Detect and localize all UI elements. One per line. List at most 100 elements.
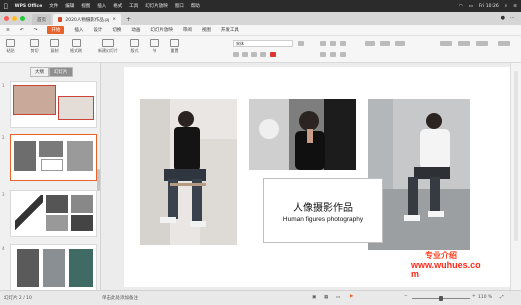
copy-button[interactable]: 复制 bbox=[50, 39, 59, 54]
spotlight-icon[interactable]: ⌕ bbox=[505, 3, 508, 9]
shape-icon[interactable] bbox=[380, 41, 390, 46]
menu-tools[interactable]: 工具 bbox=[129, 3, 138, 9]
ribbon-tab-view[interactable]: 视图 bbox=[202, 27, 211, 33]
slide-count: 幻灯片 2 / 10 bbox=[4, 296, 32, 301]
section-label: 节 bbox=[152, 48, 157, 53]
menu-insert[interactable]: 插入 bbox=[97, 3, 106, 9]
menu-slideshow[interactable]: 幻灯片放映 bbox=[145, 3, 168, 9]
tab-slides[interactable]: 幻灯片 bbox=[49, 67, 73, 77]
menu-edit[interactable]: 编辑 bbox=[65, 3, 74, 9]
cut-button[interactable]: 剪切 bbox=[30, 39, 39, 54]
close-tab-icon[interactable]: × bbox=[112, 17, 116, 22]
reset-button[interactable]: 重置 bbox=[170, 39, 179, 54]
ribbon-tab-transitions[interactable]: 切换 bbox=[112, 27, 121, 33]
photo-2[interactable] bbox=[249, 99, 356, 170]
underline-icon[interactable] bbox=[251, 52, 257, 57]
font-name-dropdown[interactable]: 宋体 bbox=[233, 40, 293, 47]
tab-home[interactable]: 首页 bbox=[32, 14, 51, 25]
control-center-icon[interactable]: ≡ bbox=[513, 4, 517, 9]
wifi-icon[interactable]: ◠ bbox=[459, 4, 463, 9]
italic-icon[interactable] bbox=[242, 52, 248, 57]
slide-thumbnail-2[interactable] bbox=[10, 134, 97, 181]
apple-icon[interactable]:  bbox=[4, 3, 8, 10]
new-tab-icon[interactable]: + bbox=[126, 16, 131, 23]
minimize-window-icon[interactable] bbox=[12, 16, 17, 21]
notes-placeholder[interactable]: 单击此处添加备注 bbox=[102, 295, 138, 301]
font-size-dropdown[interactable] bbox=[298, 41, 304, 46]
photo-3[interactable] bbox=[368, 99, 470, 250]
bullets-icon[interactable] bbox=[320, 41, 326, 46]
indent-icon[interactable] bbox=[340, 41, 346, 46]
app-name[interactable]: WPS Office bbox=[15, 4, 43, 9]
scissors-icon bbox=[30, 39, 39, 47]
undo-icon[interactable]: ↶ bbox=[20, 28, 24, 33]
tab-document[interactable]: 2020人物摄影作品.pptx × bbox=[53, 14, 121, 25]
thumbnail-image bbox=[43, 249, 65, 287]
textbox-icon[interactable] bbox=[365, 41, 375, 46]
avatar[interactable]: ● bbox=[501, 15, 505, 21]
normal-view-icon[interactable]: ▣ bbox=[312, 295, 316, 300]
canvas-scrollbar[interactable] bbox=[510, 63, 521, 290]
zoom-value[interactable]: 110 % bbox=[478, 295, 492, 300]
ribbon-tab-review[interactable]: 审阅 bbox=[183, 27, 192, 33]
new-slide-button[interactable]: 新建幻灯片 bbox=[98, 39, 118, 54]
slide[interactable]: 人像摄影作品 Human figures photography 专业介绍 ww… bbox=[124, 67, 514, 287]
menu-format[interactable]: 格式 bbox=[113, 3, 122, 9]
document-tab-bar: 首页 2020人物摄影作品.pptx × + ● ⋯ bbox=[0, 12, 521, 25]
menu-file[interactable]: 文件 bbox=[49, 3, 58, 9]
align-left-icon[interactable] bbox=[320, 52, 326, 57]
close-window-icon[interactable] bbox=[4, 16, 9, 21]
arrange-icon[interactable] bbox=[395, 41, 405, 46]
ribbon-tab-insert[interactable]: 插入 bbox=[74, 27, 83, 33]
reading-view-icon[interactable]: ▭ bbox=[336, 295, 340, 300]
zoom-in-icon[interactable]: + bbox=[472, 294, 476, 299]
canvas-scrollbar-thumb[interactable] bbox=[514, 71, 518, 241]
thumbnail-scrollbar[interactable] bbox=[97, 73, 100, 283]
slide-title-box[interactable]: 人像摄影作品 Human figures photography bbox=[263, 178, 383, 243]
section-button[interactable]: 节 bbox=[150, 39, 159, 54]
fit-window-icon[interactable]: ⤢ bbox=[500, 294, 504, 300]
layout-button[interactable]: 版式 bbox=[130, 39, 139, 54]
bold-icon[interactable] bbox=[233, 52, 239, 57]
zoom-out-icon[interactable]: − bbox=[404, 294, 408, 299]
slide-thumbnail-1[interactable] bbox=[10, 81, 97, 128]
font-color-icon[interactable] bbox=[270, 52, 276, 57]
numbering-icon[interactable] bbox=[330, 41, 336, 46]
strikethrough-icon[interactable] bbox=[260, 52, 266, 57]
more-icon[interactable]: ⋯ bbox=[510, 15, 515, 21]
menu-window[interactable]: 窗口 bbox=[175, 3, 184, 9]
slide-title-en[interactable]: Human figures photography bbox=[283, 216, 363, 223]
sorter-view-icon[interactable]: ▦ bbox=[324, 295, 328, 300]
find-icon[interactable] bbox=[440, 41, 452, 46]
window-controls bbox=[4, 16, 25, 21]
slide-thumbnail-4[interactable] bbox=[10, 244, 97, 291]
slide-thumbnail-3[interactable] bbox=[10, 190, 97, 237]
scrollbar-thumb[interactable] bbox=[97, 169, 100, 191]
align-right-icon[interactable] bbox=[340, 52, 346, 57]
battery-icon[interactable]: ▭ bbox=[469, 4, 473, 9]
thumbnail-image bbox=[17, 249, 39, 287]
menu-view[interactable]: 视图 bbox=[81, 3, 90, 9]
select-icon[interactable] bbox=[476, 41, 488, 46]
format-painter-button[interactable]: 格式刷 bbox=[70, 39, 82, 54]
slide-number: 4 bbox=[2, 246, 5, 251]
menu-help[interactable]: 帮助 bbox=[191, 3, 200, 9]
settings-icon[interactable] bbox=[498, 41, 510, 46]
photo-1[interactable] bbox=[140, 99, 237, 245]
ribbon-tab-developer[interactable]: 开发工具 bbox=[221, 27, 239, 33]
zoom-window-icon[interactable] bbox=[20, 16, 25, 21]
play-slideshow-icon[interactable]: ▶ bbox=[350, 294, 353, 299]
ribbon-tab-slideshow[interactable]: 幻灯片放映 bbox=[150, 27, 173, 33]
ribbon-tab-home[interactable]: 开始 bbox=[47, 26, 65, 34]
slide-title-cn[interactable]: 人像摄影作品 bbox=[293, 199, 353, 214]
ribbon-tab-animations[interactable]: 动画 bbox=[131, 27, 140, 33]
menu-icon[interactable]: ≡ bbox=[6, 28, 10, 33]
redo-icon[interactable]: ↷ bbox=[34, 28, 38, 33]
align-center-icon[interactable] bbox=[330, 52, 336, 57]
ribbon-tab-design[interactable]: 设计 bbox=[93, 27, 102, 33]
tab-outline[interactable]: 大纲 bbox=[30, 67, 49, 77]
paste-button[interactable]: 粘贴 bbox=[6, 39, 15, 54]
clock[interactable]: Fri 10:26 bbox=[479, 4, 499, 9]
replace-icon[interactable] bbox=[458, 41, 470, 46]
zoom-slider-handle[interactable] bbox=[439, 296, 443, 301]
